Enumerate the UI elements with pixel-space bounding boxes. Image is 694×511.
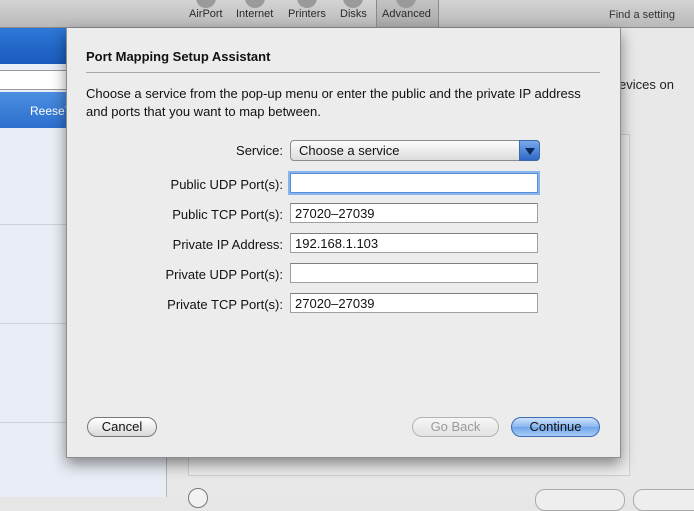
sheet-description: Choose a service from the pop-up menu or… xyxy=(86,86,581,119)
disks-icon xyxy=(343,0,364,8)
public-udp-field[interactable] xyxy=(290,173,538,193)
sheet-title: Port Mapping Setup Assistant xyxy=(86,49,271,64)
toolbar-airport-button[interactable]: AirPort xyxy=(189,0,223,20)
private-ip-label: Private IP Address: xyxy=(172,237,283,252)
chevron-down-icon xyxy=(519,140,540,161)
toolbar-printers-button[interactable]: Printers xyxy=(288,0,326,20)
title-divider xyxy=(86,72,600,73)
toolbar-item-label: Internet xyxy=(236,8,274,20)
toolbar-item-label: Printers xyxy=(288,8,326,20)
airport-icon xyxy=(195,0,216,8)
private-udp-label: Private UDP Port(s): xyxy=(165,267,283,282)
private-ip-field[interactable] xyxy=(290,233,538,253)
toolbar-item-label: AirPort xyxy=(189,8,223,20)
continue-button[interactable]: Continue xyxy=(511,417,600,437)
toolbar-item-label: Advanced xyxy=(382,8,431,20)
service-popup[interactable]: Choose a service xyxy=(290,140,540,161)
private-udp-field[interactable] xyxy=(290,263,538,283)
toolbar-internet-button[interactable]: Internet xyxy=(236,0,274,20)
public-udp-label: Public UDP Port(s): xyxy=(170,177,283,192)
help-icon[interactable] xyxy=(188,488,208,508)
go-back-button[interactable]: Go Back xyxy=(412,417,499,437)
internet-icon xyxy=(244,0,265,8)
cancel-button[interactable]: Cancel xyxy=(87,417,157,437)
background-button[interactable] xyxy=(535,489,625,511)
private-tcp-label: Private TCP Port(s): xyxy=(167,297,283,312)
printers-icon xyxy=(296,0,317,8)
toolbar-advanced-button[interactable]: Advanced xyxy=(376,0,439,27)
private-tcp-field[interactable] xyxy=(290,293,538,313)
toolbar-item-label: Disks xyxy=(340,8,367,20)
service-popup-value: Choose a service xyxy=(299,143,400,158)
advanced-icon xyxy=(396,0,417,8)
port-mapping-sheet: Port Mapping Setup Assistant Choose a se… xyxy=(66,28,621,458)
public-tcp-label: Public TCP Port(s): xyxy=(172,207,283,222)
toolbar-disks-button[interactable]: Disks xyxy=(340,0,367,20)
toolbar-advanced-item: Advanced xyxy=(382,0,431,20)
public-tcp-field[interactable] xyxy=(290,203,538,223)
find-setting-field[interactable]: Find a setting xyxy=(609,9,675,21)
toolbar: AirPort Internet Printers Disks Advanced… xyxy=(0,0,694,28)
background-text: evices on xyxy=(619,77,674,92)
service-label: Service: xyxy=(236,143,283,158)
background-button[interactable] xyxy=(633,489,694,511)
